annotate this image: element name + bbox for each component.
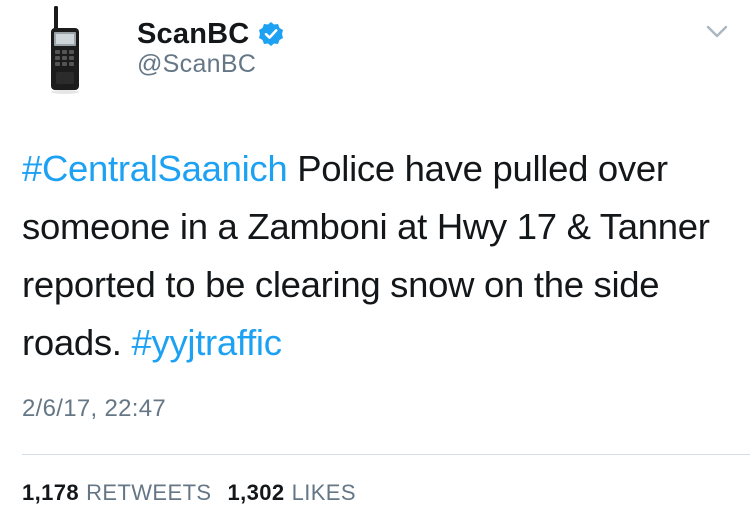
retweets-count[interactable]: 1,178 — [22, 480, 79, 506]
verified-badge-icon — [259, 22, 284, 46]
divider — [22, 454, 750, 455]
chevron-down-icon[interactable] — [706, 24, 728, 40]
tweet-text: #CentralSaanich Police have pulled over … — [22, 140, 732, 372]
engagement-stats: 1,178 RETWEETS 1,302 LIKES — [22, 480, 372, 506]
likes-count[interactable]: 1,302 — [228, 480, 285, 506]
hashtag-link[interactable]: #CentralSaanich — [22, 148, 288, 189]
avatar[interactable] — [22, 6, 110, 94]
account-handle[interactable]: @ScanBC — [137, 50, 256, 79]
display-name[interactable]: ScanBC — [137, 18, 249, 51]
police-scanner-radio-icon — [51, 6, 79, 94]
author-name-row[interactable]: ScanBC — [137, 14, 284, 54]
hashtag-link[interactable]: #yyjtraffic — [132, 322, 282, 363]
retweets-label[interactable]: RETWEETS — [86, 480, 211, 506]
likes-label[interactable]: LIKES — [292, 480, 356, 506]
tweet-timestamp[interactable]: 2/6/17, 22:47 — [22, 395, 166, 423]
